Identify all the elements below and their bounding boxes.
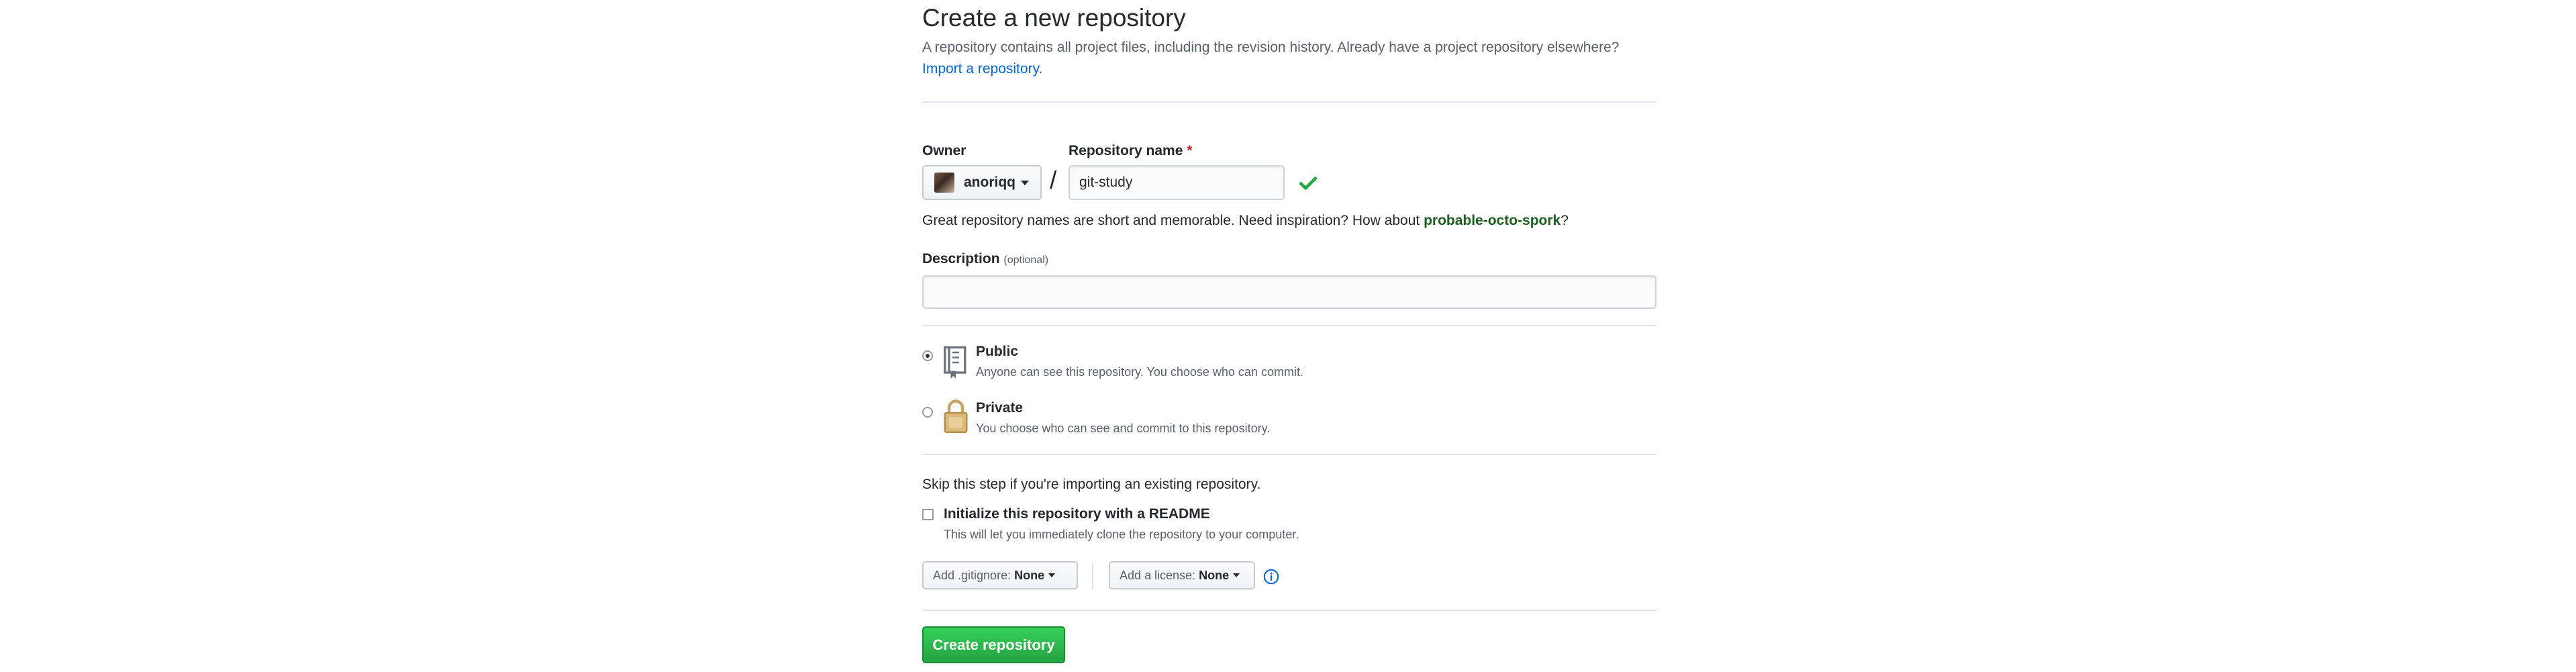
optional-note: (optional) bbox=[1003, 254, 1049, 266]
divider bbox=[922, 454, 1656, 455]
caret-down-icon bbox=[1021, 180, 1029, 185]
gitignore-label: Add .gitignore: bbox=[933, 568, 1011, 582]
caret-down-icon bbox=[1048, 573, 1056, 577]
repo-name-input[interactable] bbox=[1069, 165, 1285, 200]
repo-icon bbox=[944, 346, 967, 379]
lock-icon bbox=[944, 399, 968, 433]
readme-label[interactable]: Initialize this repository with a README bbox=[944, 506, 1210, 522]
required-mark: * bbox=[1187, 143, 1193, 158]
readme-note: This will let you immediately clone the … bbox=[944, 528, 1299, 541]
private-radio[interactable] bbox=[922, 407, 933, 418]
description-input[interactable] bbox=[922, 275, 1656, 309]
private-note: You choose who can see and commit to thi… bbox=[976, 422, 1271, 435]
license-label: Add a license: bbox=[1120, 568, 1196, 582]
info-icon[interactable] bbox=[1263, 569, 1279, 585]
gitignore-value: None bbox=[1014, 568, 1045, 582]
page-lead: A repository contains all project files,… bbox=[922, 40, 1620, 55]
hint-suffix: ? bbox=[1561, 213, 1569, 228]
divider bbox=[922, 101, 1656, 103]
import-repository-link[interactable]: Import a repository. bbox=[922, 61, 1042, 77]
public-title: Public bbox=[976, 344, 1019, 359]
license-select-button[interactable]: Add a license: None bbox=[1109, 561, 1255, 589]
hint-text: Great repository names are short and mem… bbox=[922, 213, 1424, 228]
description-label-text: Description bbox=[922, 251, 1000, 267]
repo-name-label-text: Repository name bbox=[1069, 143, 1183, 158]
avatar bbox=[934, 173, 954, 193]
private-title: Private bbox=[976, 400, 1024, 416]
owner-repo-slash: / bbox=[1050, 166, 1057, 194]
select-divider bbox=[1092, 563, 1093, 589]
description-label: Description (optional) bbox=[922, 251, 1048, 267]
owner-value: anoriqq bbox=[964, 175, 1015, 190]
create-repository-button[interactable]: Create repository bbox=[922, 626, 1065, 663]
divider bbox=[922, 325, 1656, 326]
repo-name-label: Repository name * bbox=[1069, 143, 1192, 159]
public-radio[interactable] bbox=[922, 350, 933, 361]
owner-select-button[interactable]: anoriqq bbox=[922, 165, 1042, 200]
name-suggestion[interactable]: probable-octo-spork bbox=[1424, 213, 1561, 228]
public-note: Anyone can see this repository. You choo… bbox=[976, 365, 1303, 379]
skip-step-text: Skip this step if you're importing an ex… bbox=[922, 477, 1261, 492]
owner-label: Owner bbox=[922, 143, 967, 158]
caret-down-icon bbox=[1233, 573, 1240, 577]
divider bbox=[922, 610, 1656, 611]
repo-name-hint: Great repository names are short and mem… bbox=[922, 213, 1569, 229]
check-icon bbox=[1299, 177, 1317, 190]
readme-checkbox[interactable] bbox=[922, 509, 934, 520]
license-value: None bbox=[1199, 568, 1230, 582]
gitignore-select-button[interactable]: Add .gitignore: None bbox=[922, 561, 1078, 589]
page-title: Create a new repository bbox=[922, 4, 1186, 32]
